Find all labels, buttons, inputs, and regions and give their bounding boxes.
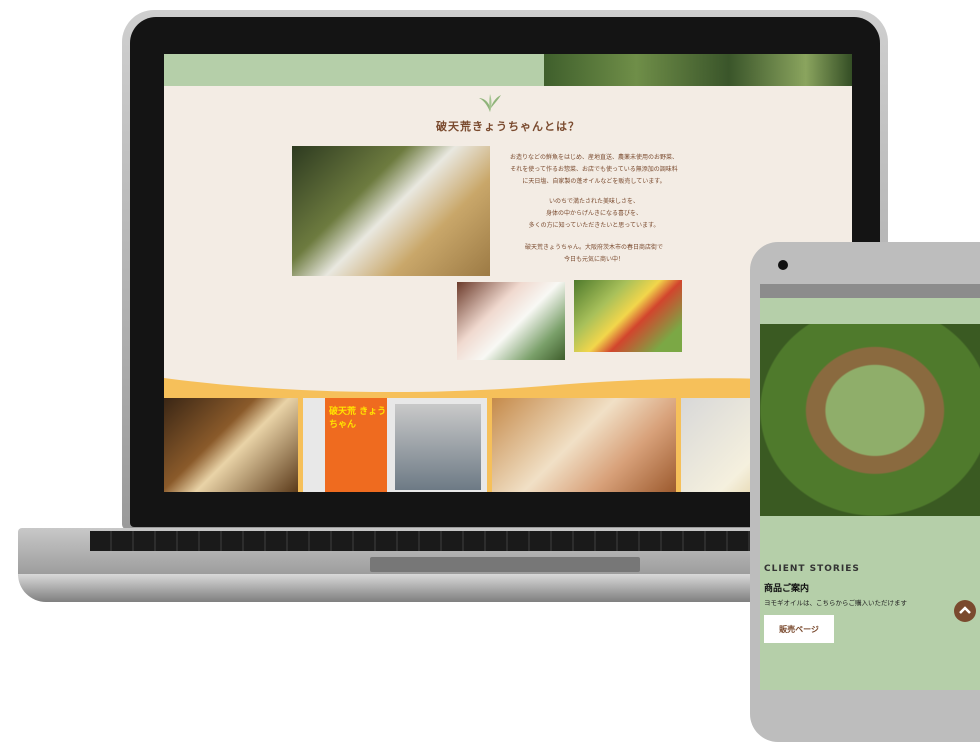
products-title: 商品ご案内 — [764, 584, 810, 594]
header-greens-photo — [544, 54, 852, 86]
client-stories-label: CLIENT STORIES — [764, 564, 860, 574]
phone-gap — [760, 298, 980, 324]
sashimi-photo — [457, 282, 565, 360]
intro-line-7: 多くの方に知っていただきたいと思っています。 — [528, 222, 660, 229]
shop-page-button[interactable]: 販売ページ — [764, 615, 834, 643]
intro-line-1: お造りなどの鮮魚をはじめ、産地直送、農薬未使用のお野菜、 — [509, 154, 678, 161]
gallery-photo-bento[interactable] — [164, 398, 298, 492]
intro-line-10: 今日も元気に商い中！ — [563, 256, 624, 263]
store-sign: 破天荒 きょうちゃん — [325, 398, 387, 492]
gallery-photo-fish-counter[interactable] — [492, 398, 676, 492]
leaf-icon — [479, 94, 501, 112]
vegetable-basket-photo — [574, 280, 682, 352]
yomogi-basket-photo — [760, 324, 980, 516]
shirasu-photo — [292, 146, 490, 276]
intro-line-2: それを使って作るお惣菜、お店でも使っている無添加の調味料 — [510, 166, 678, 173]
phone-screen: CLIENT STORIES 商品ご案内 ヨモギオイルは、こちらからご購入いただ… — [760, 284, 980, 690]
section-title: 破天荒きょうちゃんとは？ — [436, 120, 580, 133]
intro-line-6: 身体の中からげんきになる喜びを、 — [545, 210, 642, 217]
phone-camera — [778, 260, 788, 270]
laptop-trackpad — [370, 557, 640, 572]
products-description: ヨモギオイルは、こちらからご購入いただけます — [764, 599, 907, 607]
phone-top-bar — [760, 284, 980, 298]
store-sign-text: 破天荒 きょうちゃん — [329, 407, 387, 430]
intro-line-3: に天日塩、自家製の蓬オイルなどを販売しています。 — [522, 178, 666, 185]
intro-line-5: いのちで満たされた美味しさを、 — [548, 198, 639, 205]
header-green-band — [164, 54, 544, 86]
gallery-photo-storefront[interactable]: 破天荒 きょうちゃん — [303, 398, 487, 492]
intro-line-9: 破天荒きょうちゃん。大阪府茨木市の春日商店街で — [524, 244, 663, 251]
chevron-up-icon[interactable] — [954, 600, 976, 622]
laptop-screen: 破天荒きょうちゃんとは？ お造りなどの鮮魚をはじめ、産地直送、農薬未使用のお野菜… — [164, 54, 852, 492]
store-door — [395, 404, 481, 490]
